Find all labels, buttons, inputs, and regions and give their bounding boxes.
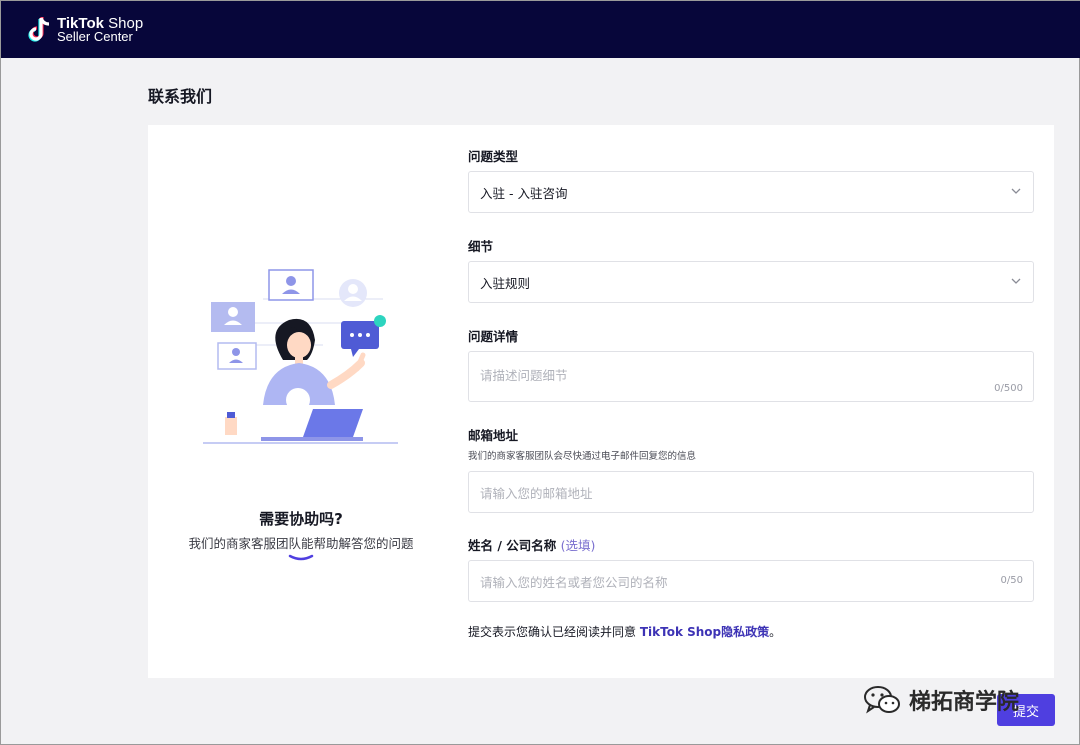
seller-center-logo[interactable]: TikTok Shop Seller Center (27, 15, 143, 45)
detail-select[interactable]: 入驻规则 (468, 261, 1034, 303)
chevron-down-icon (1011, 278, 1021, 284)
issue-type-value: 入驻 - 入驻咨询 (480, 185, 568, 201)
name-label-text: 姓名 / 公司名称 (468, 538, 557, 553)
detail-value: 入驻规则 (480, 275, 531, 291)
consent-prefix: 提交表示您确认已经阅读并同意 (468, 625, 640, 639)
name-input[interactable]: 请输入您的姓名或者您公司的名称 0/50 (468, 560, 1034, 602)
detail-label: 细节 (468, 239, 494, 254)
optional-tag: (选填) (560, 538, 596, 553)
email-label: 邮箱地址 (468, 428, 519, 443)
description-textarea[interactable]: 请描述问题细节 0/500 (468, 351, 1034, 402)
page-title: 联系我们 (148, 87, 213, 106)
decorative-underline (288, 554, 314, 561)
issue-type-label: 问题类型 (468, 149, 519, 164)
email-input[interactable]: 请输入您的邮箱地址 (468, 471, 1034, 513)
help-subtitle: 我们的商家客服团队能帮助解答您的问题 (188, 536, 414, 551)
name-counter: 0/50 (1000, 575, 1023, 586)
wechat-icon (864, 686, 900, 714)
help-title: 需要协助吗? (259, 510, 343, 528)
privacy-policy-link[interactable]: TikTok Shop隐私政策 (640, 625, 769, 639)
description-placeholder: 请描述问题细节 (480, 368, 568, 383)
consent-text: 提交表示您确认已经阅读并同意 TikTok Shop隐私政策。 (468, 623, 781, 640)
contact-card: 需要协助吗? 我们的商家客服团队能帮助解答您的问题 问题类型 入驻 - 入驻咨询… (148, 125, 1054, 678)
description-counter: 0/500 (994, 383, 1023, 394)
brand-subtitle: Seller Center (57, 28, 133, 44)
consent-suffix: 。 (769, 625, 782, 639)
issue-type-select[interactable]: 入驻 - 入驻咨询 (468, 171, 1034, 213)
support-agent-illustration (203, 269, 398, 444)
name-placeholder: 请输入您的姓名或者您公司的名称 (480, 574, 668, 590)
chevron-down-icon (1011, 188, 1021, 194)
name-label: 姓名 / 公司名称 (选填) (468, 535, 595, 554)
brand-overlay-text: 梯拓商学院 (909, 690, 1020, 715)
top-bar: TikTok Shop Seller Center (1, 1, 1080, 58)
email-placeholder: 请输入您的邮箱地址 (480, 485, 593, 501)
wechat-brand-overlay: 梯拓商学院 (863, 684, 1019, 716)
description-label: 问题详情 (468, 329, 519, 344)
tiktok-note-icon (28, 16, 50, 42)
email-hint: 我们的商家客服团队会尽快通过电子邮件回复您的信息 (468, 451, 697, 462)
